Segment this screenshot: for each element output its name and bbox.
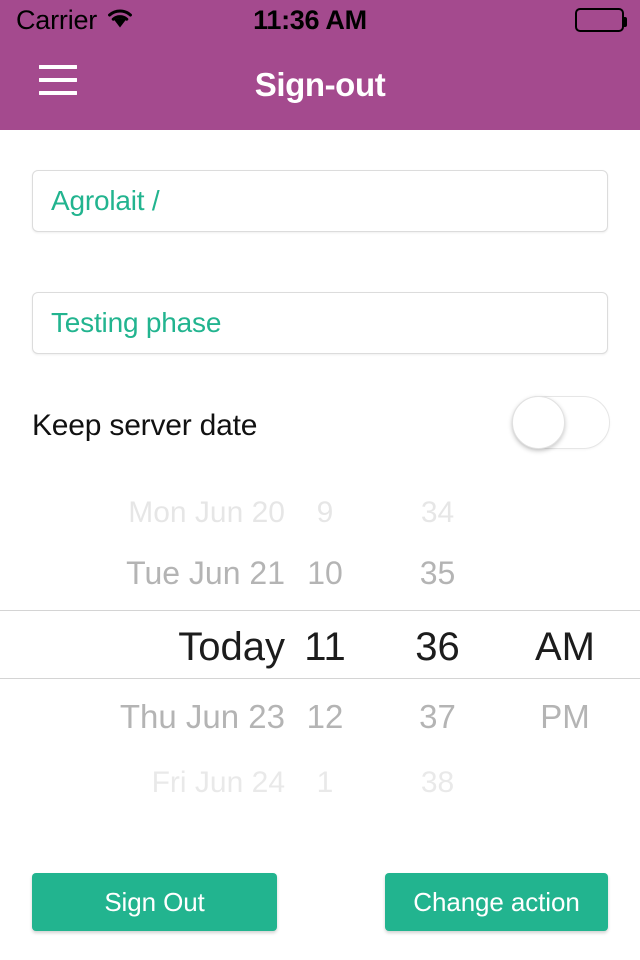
picker-minute-cell: 37: [419, 698, 456, 735]
picker-date-cell-selected: Today: [178, 624, 285, 669]
picker-hour-cell-selected: 11: [304, 624, 346, 669]
carrier-label: Carrier: [16, 4, 98, 35]
picker-row[interactable]: Tue Jun 21 10 35: [0, 541, 640, 605]
navigation-bar: Sign-out: [0, 40, 640, 130]
picker-minute-cell-selected: 36: [415, 624, 460, 669]
picker-hour-cell: 10: [307, 554, 343, 591]
page-title: Sign-out: [254, 66, 386, 103]
picker-minute-cell: 34: [420, 496, 455, 529]
picker-selection-line-top: [0, 610, 640, 611]
picker-date-cell: Thu Jun 23: [119, 698, 285, 735]
battery-full-icon: [575, 8, 627, 32]
keep-server-date-row: Keep server date: [0, 388, 640, 463]
picker-selected-row[interactable]: Today 11 36 AM: [0, 613, 640, 681]
picker-hour-cell: 12: [306, 698, 344, 735]
datetime-picker[interactable]: Mon Jun 20 9 34 Tue Jun 21 10 35 Today 1…: [0, 473, 640, 813]
picker-minute-cell: 38: [420, 766, 455, 799]
wifi-icon: [106, 7, 134, 33]
picker-hour-cell: 1: [316, 766, 334, 799]
status-bar-right: [424, 8, 627, 32]
status-bar-left: Carrier: [16, 4, 216, 35]
toggle-knob: [512, 396, 565, 449]
picker-row[interactable]: Thu Jun 23 12 37 PM: [0, 685, 640, 749]
picker-date-cell: Fri Jun 24: [151, 766, 285, 799]
picker-date-cell: Tue Jun 21: [126, 554, 285, 591]
picker-date-cell: Mon Jun 20: [128, 496, 285, 529]
picker-row[interactable]: Mon Jun 20 9 34: [0, 481, 640, 545]
activity-input[interactable]: Testing phase: [32, 292, 608, 354]
picker-meridiem-cell-selected: AM: [535, 624, 595, 669]
picker-row[interactable]: Fri Jun 24 1 38: [0, 751, 640, 813]
status-bar-clock: 11:36 AM: [253, 4, 367, 35]
picker-hour-cell: 9: [316, 496, 334, 529]
sign-out-button[interactable]: Sign Out: [32, 873, 277, 931]
content-area: Agrolait / Testing phase Keep server dat…: [0, 130, 640, 960]
keep-server-date-toggle[interactable]: [512, 396, 610, 449]
picker-selection-line-bottom: [0, 678, 640, 679]
hamburger-menu-icon[interactable]: [39, 65, 77, 95]
keep-server-date-label: Keep server date: [32, 408, 258, 442]
picker-minute-cell: 35: [419, 554, 456, 591]
partner-input[interactable]: Agrolait /: [32, 170, 608, 232]
status-bar: Carrier 11:36 AM: [0, 0, 640, 40]
change-action-button[interactable]: Change action: [385, 873, 608, 931]
picker-meridiem-cell: PM: [540, 698, 590, 735]
